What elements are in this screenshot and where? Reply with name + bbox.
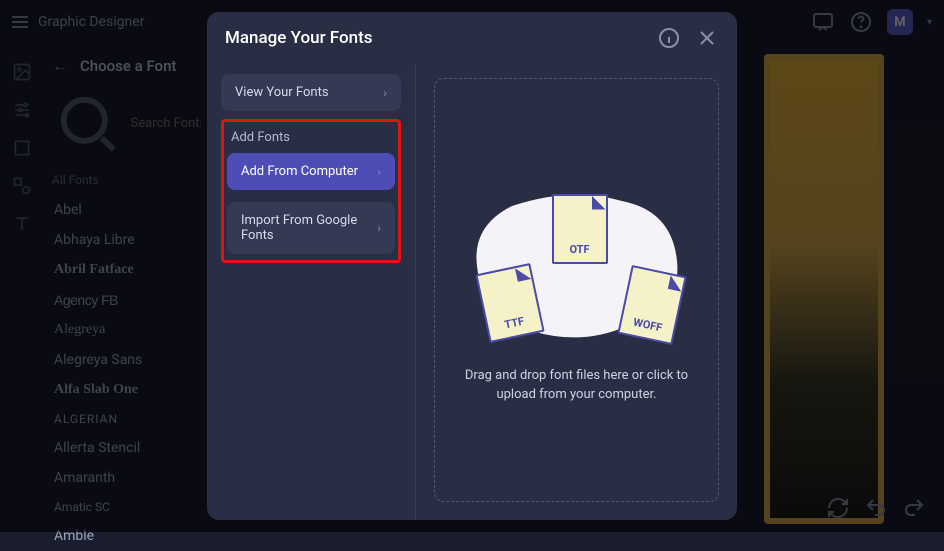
add-from-computer-button[interactable]: Add From Computer › [227, 153, 395, 190]
modal-content: TTF OTF WOFF Drag and drop font files he… [416, 64, 737, 520]
chevron-right-icon: › [377, 165, 381, 179]
font-dropzone[interactable]: TTF OTF WOFF Drag and drop font files he… [434, 78, 719, 502]
menu-label: Import From Google Fonts [241, 213, 377, 243]
chevron-right-icon: › [383, 86, 387, 100]
add-fonts-section-label: Add Fonts [227, 128, 395, 153]
dropzone-illustration: TTF OTF WOFF [462, 176, 692, 346]
close-icon[interactable] [695, 26, 719, 50]
modal-body: View Your Fonts › Add Fonts Add From Com… [207, 64, 737, 520]
menu-label: Add From Computer [241, 164, 358, 179]
import-google-fonts-button[interactable]: Import From Google Fonts › [227, 202, 395, 254]
chevron-right-icon: › [377, 221, 381, 235]
dropzone-text: Drag and drop font files here or click t… [462, 366, 692, 405]
menu-label: View Your Fonts [235, 85, 329, 100]
modal-sidebar: View Your Fonts › Add Fonts Add From Com… [207, 64, 415, 520]
manage-fonts-modal: Manage Your Fonts View Your Fonts › Add … [207, 12, 737, 520]
add-fonts-highlight: Add Fonts Add From Computer › Import Fro… [221, 119, 401, 263]
view-your-fonts-button[interactable]: View Your Fonts › [221, 74, 401, 111]
modal-title: Manage Your Fonts [225, 28, 373, 48]
otf-file-icon: OTF [552, 194, 608, 264]
modal-header: Manage Your Fonts [207, 12, 737, 64]
info-icon[interactable] [657, 26, 681, 50]
